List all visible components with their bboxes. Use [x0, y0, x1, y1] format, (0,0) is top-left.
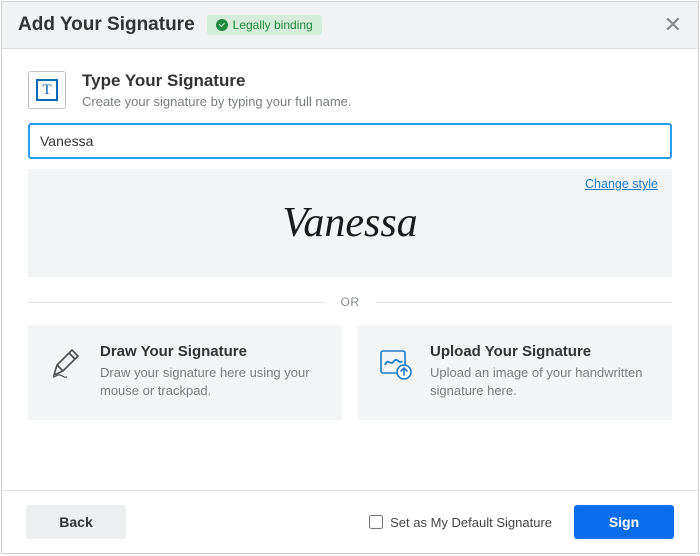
default-signature-label: Set as My Default Signature	[390, 515, 552, 530]
pencil-icon	[46, 343, 84, 400]
type-signature-title: Type Your Signature	[82, 71, 352, 91]
signature-preview: Change style Vanessa	[28, 169, 672, 277]
or-divider: OR	[28, 295, 672, 309]
upload-signature-card[interactable]: Upload Your Signature Upload an image of…	[358, 325, 672, 420]
default-signature-input[interactable]	[369, 515, 383, 529]
badge-label: Legally binding	[233, 18, 313, 32]
modal-footer: Back Set as My Default Signature Sign	[2, 490, 698, 553]
draw-title: Draw Your Signature	[100, 343, 326, 360]
upload-signature-icon	[376, 343, 414, 400]
back-button[interactable]: Back	[26, 505, 126, 539]
alternative-options: Draw Your Signature Draw your signature …	[28, 325, 672, 420]
modal-header: Add Your Signature Legally binding ✕	[2, 2, 698, 49]
type-icon: T	[28, 71, 66, 109]
modal-title: Add Your Signature	[18, 14, 195, 36]
text-cursor-icon: T	[36, 79, 58, 101]
change-style-link[interactable]: Change style	[585, 177, 658, 191]
draw-subtitle: Draw your signature here using your mous…	[100, 364, 326, 400]
type-signature-subtitle: Create your signature by typing your ful…	[82, 94, 352, 109]
legally-binding-badge: Legally binding	[207, 15, 322, 35]
default-signature-checkbox[interactable]: Set as My Default Signature	[369, 515, 552, 530]
close-icon[interactable]: ✕	[664, 14, 682, 36]
signature-modal: Add Your Signature Legally binding ✕ T T…	[1, 1, 699, 554]
divider-line	[28, 302, 325, 303]
check-circle-icon	[216, 19, 228, 31]
upload-title: Upload Your Signature	[430, 343, 656, 360]
signature-name-input[interactable]	[28, 123, 672, 159]
signature-preview-text: Vanessa	[282, 199, 417, 247]
sign-button[interactable]: Sign	[574, 505, 674, 539]
divider-line	[376, 302, 673, 303]
divider-label: OR	[341, 295, 360, 309]
type-signature-header: T Type Your Signature Create your signat…	[28, 71, 672, 109]
modal-body: T Type Your Signature Create your signat…	[2, 49, 698, 490]
draw-signature-card[interactable]: Draw Your Signature Draw your signature …	[28, 325, 342, 420]
upload-subtitle: Upload an image of your handwritten sign…	[430, 364, 656, 400]
